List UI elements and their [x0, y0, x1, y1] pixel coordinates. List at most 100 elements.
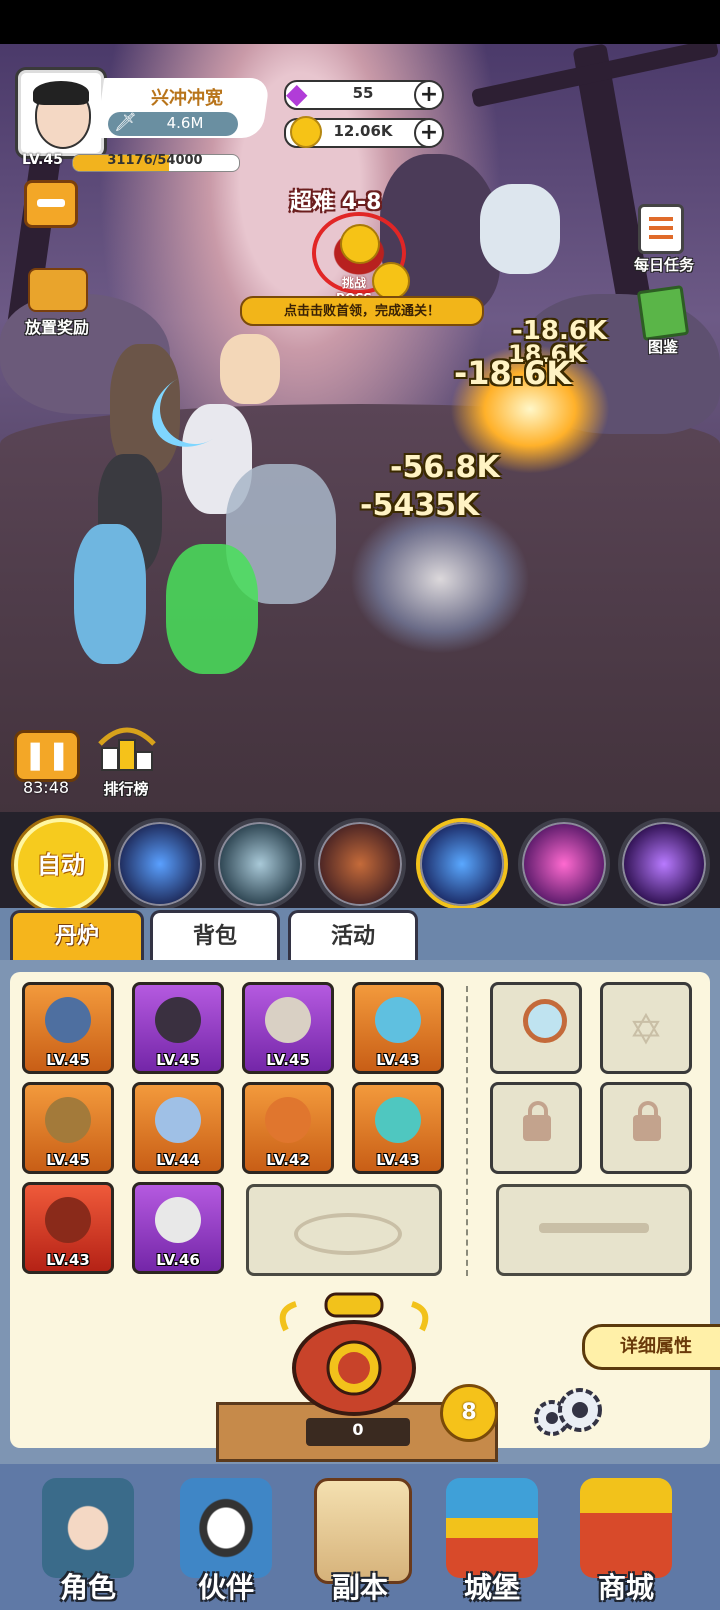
player-name: 兴冲冲宽: [151, 88, 223, 109]
ranking-icon[interactable]: [96, 722, 158, 776]
equipment-level: LV.45: [46, 1051, 90, 1069]
panel-divider: [466, 986, 468, 1276]
castle-icon: [446, 1478, 538, 1578]
equipment-slot[interactable]: LV.45: [242, 982, 334, 1074]
lock-icon: [523, 1101, 551, 1141]
hexagram-icon: ✡: [628, 1005, 664, 1054]
add-gold-button[interactable]: +: [414, 118, 444, 148]
gear-icon[interactable]: [526, 1384, 606, 1442]
nav-label: 角色: [59, 1571, 116, 1604]
exp-text: 31176/54000: [107, 153, 203, 168]
offline-reward-label[interactable]: 放置奖励: [14, 314, 100, 338]
umbrella-icon: [45, 1097, 91, 1143]
orb-icon: [375, 997, 421, 1043]
nav-label: 商城: [597, 1571, 654, 1604]
hero-green-hair: [166, 544, 258, 674]
ranking-label[interactable]: 排行榜: [86, 778, 166, 799]
fireball-skill-icon[interactable]: [114, 818, 206, 910]
damage-number: -56.8K: [390, 450, 500, 485]
gem-icon: ◆: [286, 77, 308, 110]
panda-partner-icon: [180, 1478, 272, 1578]
equipment-slot[interactable]: LV.42: [242, 1082, 334, 1174]
furnace-count: 0: [352, 1420, 364, 1439]
stage-title: 超难 4-8: [290, 190, 382, 215]
equipment-slot[interactable]: LV.45: [22, 982, 114, 1074]
dark-swirl-skill-icon[interactable]: [618, 818, 710, 910]
amulet-icon: [45, 1197, 91, 1243]
equipment-level: LV.43: [376, 1051, 420, 1069]
equipment-level: LV.45: [46, 1151, 90, 1169]
codex-label[interactable]: 图鉴: [628, 336, 698, 357]
hero-blue-hair: [74, 524, 146, 664]
robe-icon: [265, 997, 311, 1043]
nav-label: 伙伴: [197, 1571, 254, 1604]
status-bar: [0, 0, 720, 44]
equipment-level: LV.43: [376, 1151, 420, 1169]
equipment-slot[interactable]: LV.44: [132, 1082, 224, 1174]
battle-timer: 83:48: [22, 778, 70, 797]
gem-amount: 55: [352, 84, 374, 102]
daily-task-icon[interactable]: [638, 204, 684, 254]
alchemy-furnace-icon[interactable]: [276, 1290, 432, 1420]
armor-icon: [155, 997, 201, 1043]
gold-amount: 12.06K: [333, 122, 393, 140]
white-bird-enemy: [480, 184, 560, 274]
tab-backpack[interactable]: 背包: [150, 910, 280, 961]
equipment-slot[interactable]: LV.46: [132, 1182, 224, 1274]
nav-partner[interactable]: 伙伴: [166, 1470, 286, 1606]
sword-silhouette-icon: [539, 1223, 649, 1233]
nav-dungeon[interactable]: 副本: [300, 1470, 420, 1606]
boots-icon: [155, 1197, 201, 1243]
pendant-icon: [265, 1097, 311, 1143]
equipment-level: LV.45: [266, 1051, 310, 1069]
nav-label: 副本: [331, 1571, 388, 1604]
tab-events[interactable]: 活动: [288, 910, 418, 961]
weapon-slot[interactable]: [496, 1184, 692, 1276]
equipment-slot[interactable]: LV.43: [22, 1182, 114, 1274]
equipment-level: LV.42: [266, 1151, 310, 1169]
nav-shop[interactable]: 商城: [566, 1470, 686, 1606]
pearl-icon: [375, 1097, 421, 1143]
beast-skill-icon[interactable]: [314, 818, 406, 910]
mirror-slot[interactable]: [490, 982, 582, 1074]
equipment-slot[interactable]: LV.43: [352, 1082, 444, 1174]
damage-number: -18.6K: [454, 354, 572, 392]
nav-label: 城堡: [463, 1571, 520, 1604]
locked-slot[interactable]: [600, 1082, 692, 1174]
tab-alchemy-furnace[interactable]: 丹炉: [10, 910, 144, 961]
equipment-slot[interactable]: LV.45: [22, 1082, 114, 1174]
locked-slot[interactable]: [490, 1082, 582, 1174]
equipment-slot[interactable]: LV.45: [132, 982, 224, 1074]
combat-power-value: 4.6M: [166, 114, 204, 132]
detail-attributes-button[interactable]: 详细属性: [582, 1324, 720, 1370]
shield-icon: [155, 1097, 201, 1143]
equipment-slot[interactable]: LV.43: [352, 982, 444, 1074]
auto-battle-button[interactable]: 自动: [14, 818, 108, 912]
equipment-level: LV.46: [156, 1251, 200, 1269]
damage-number: -5435K: [360, 488, 480, 523]
collapse-menu-button[interactable]: [24, 180, 78, 228]
unicorn-skill-icon[interactable]: [214, 818, 306, 910]
stage-tip-text: 点击击败首领，完成通关！: [283, 304, 440, 319]
vortex-skill-icon[interactable]: [518, 818, 610, 910]
equipment-level: LV.44: [156, 1151, 200, 1169]
add-gems-button[interactable]: +: [414, 80, 444, 110]
player-level: LV.45: [22, 152, 63, 168]
pause-button[interactable]: ❚❚: [14, 730, 80, 782]
treasure-chest-icon[interactable]: [28, 268, 88, 312]
equipment-level: LV.43: [46, 1251, 90, 1269]
talisman-slot[interactable]: ✡: [600, 982, 692, 1074]
player-avatar[interactable]: [18, 70, 104, 156]
impact-effect: [350, 504, 530, 654]
sword-icon: 🗡: [114, 112, 137, 133]
gold-coin-icon: [340, 224, 380, 264]
character-portrait-icon: [42, 1478, 134, 1578]
mirror-icon: [523, 999, 567, 1043]
shop-icon: [580, 1478, 672, 1578]
nav-character[interactable]: 角色: [28, 1470, 148, 1606]
empty-equipment-slot[interactable]: [246, 1184, 442, 1276]
lightning-door-skill-icon[interactable]: [416, 818, 508, 910]
codex-book-icon[interactable]: [636, 285, 690, 341]
daily-task-label[interactable]: 每日任务: [624, 254, 704, 275]
nav-castle[interactable]: 城堡: [432, 1470, 552, 1606]
